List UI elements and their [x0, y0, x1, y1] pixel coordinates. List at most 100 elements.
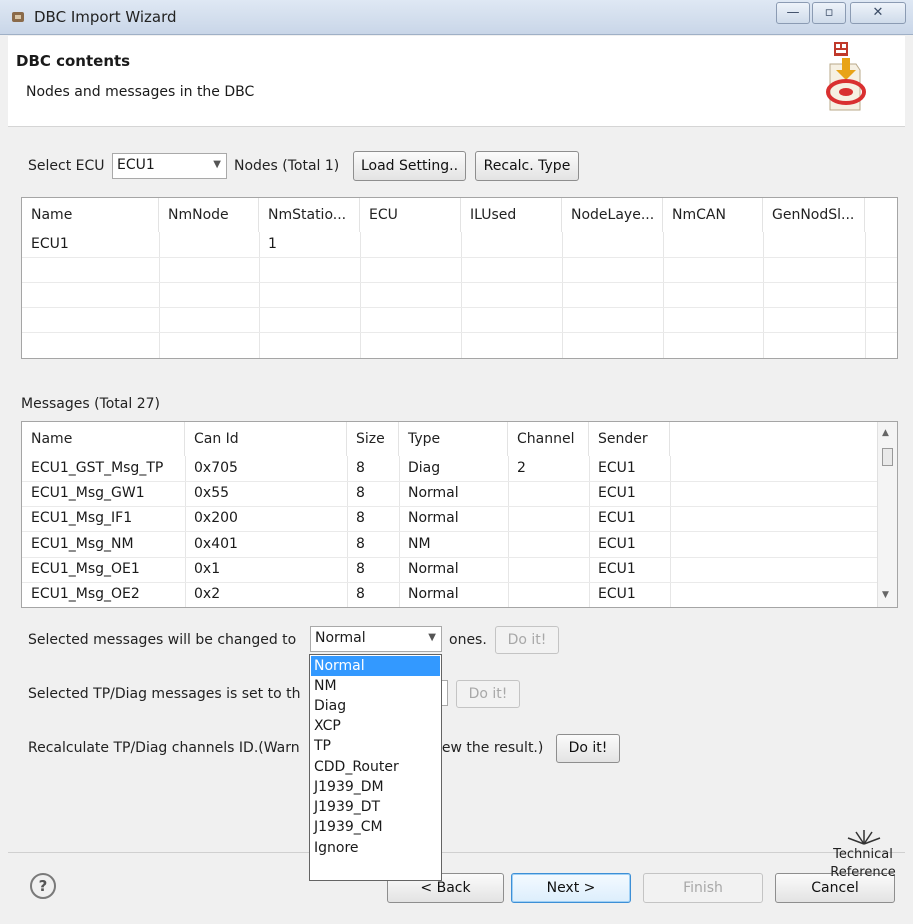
column-header[interactable]: NmCAN: [663, 198, 763, 232]
finish-button[interactable]: Finish: [643, 873, 763, 903]
window-title: DBC Import Wizard: [34, 8, 177, 26]
table-cell[interactable]: ECU1_Msg_IF1: [22, 506, 185, 531]
table-cell[interactable]: 8: [347, 532, 399, 557]
table-cell[interactable]: [508, 481, 589, 506]
table-cell[interactable]: 0x705: [185, 456, 347, 481]
ecu-select-value: ECU1: [117, 157, 155, 173]
table-cell[interactable]: ECU1: [589, 582, 670, 607]
column-header[interactable]: Name: [22, 422, 185, 456]
dropdown-option-j1939-cm[interactable]: J1939_CM: [311, 817, 440, 837]
table-cell[interactable]: ECU1_Msg_GW1: [22, 481, 185, 506]
table-cell[interactable]: 0x2: [185, 582, 347, 607]
nodes-total-label: Nodes (Total 1): [234, 158, 340, 174]
column-header[interactable]: ILUsed: [461, 198, 562, 232]
scroll-up-icon[interactable]: ▲: [882, 428, 889, 438]
message-type-value: Normal: [315, 630, 366, 646]
dropdown-option-j1939-dt[interactable]: J1939_DT: [311, 797, 440, 817]
change-type-label: Selected messages will be changed to: [28, 632, 297, 648]
footer-divider: [8, 852, 905, 853]
recalc-type-button[interactable]: Recalc. Type: [475, 151, 579, 181]
table-cell[interactable]: ECU1_Msg_OE2: [22, 582, 185, 607]
column-header[interactable]: Size: [347, 422, 399, 456]
table-cell[interactable]: ECU1: [22, 232, 159, 257]
change-type-do-it-button[interactable]: Do it!: [495, 626, 559, 654]
page-title: DBC contents: [16, 52, 131, 70]
table-cell[interactable]: ECU1: [589, 456, 670, 481]
maximize-button[interactable]: ▫: [812, 2, 846, 24]
dropdown-option-xcp[interactable]: XCP: [311, 716, 440, 736]
table-cell[interactable]: 8: [347, 582, 399, 607]
message-type-select[interactable]: Normal ▼: [310, 626, 442, 652]
table-cell[interactable]: Diag: [399, 456, 508, 481]
dropdown-option-cdd-router[interactable]: CDD_Router: [311, 757, 440, 777]
column-header[interactable]: NmNode: [159, 198, 259, 232]
help-icon[interactable]: ?: [30, 873, 56, 899]
table-cell[interactable]: ECU1: [589, 557, 670, 582]
table-cell[interactable]: 8: [347, 481, 399, 506]
table-cell[interactable]: [508, 557, 589, 582]
page-subtitle: Nodes and messages in the DBC: [26, 84, 255, 100]
column-header[interactable]: Type: [399, 422, 508, 456]
table-cell[interactable]: ECU1_Msg_OE1: [22, 557, 185, 582]
scroll-down-icon[interactable]: ▼: [882, 590, 889, 600]
column-header[interactable]: GenNodSl...: [763, 198, 865, 232]
table-cell[interactable]: 0x1: [185, 557, 347, 582]
column-header[interactable]: Can Id: [185, 422, 347, 456]
scroll-thumb[interactable]: [882, 448, 893, 466]
table-cell[interactable]: ECU1_GST_Msg_TP: [22, 456, 185, 481]
table-cell[interactable]: Normal: [399, 506, 508, 531]
column-header[interactable]: Channel: [508, 422, 589, 456]
table-cell[interactable]: ECU1: [589, 532, 670, 557]
table-cell[interactable]: 1: [259, 232, 360, 257]
nodes-table[interactable]: Name NmNode NmStatio... ECU ILUsed NodeL…: [21, 197, 898, 359]
table-cell[interactable]: 2: [508, 456, 589, 481]
table-cell[interactable]: 8: [347, 506, 399, 531]
table-cell[interactable]: [508, 506, 589, 531]
close-button[interactable]: ✕: [850, 2, 906, 24]
ones-label: ones.: [449, 632, 487, 648]
dropdown-option-tp[interactable]: TP: [311, 736, 440, 756]
next-button[interactable]: Next >: [511, 873, 631, 903]
column-header[interactable]: Name: [22, 198, 159, 232]
dropdown-option-normal[interactable]: Normal: [311, 656, 440, 676]
table-cell[interactable]: 8: [347, 557, 399, 582]
table-cell[interactable]: Normal: [399, 557, 508, 582]
table-cell[interactable]: ECU1: [589, 481, 670, 506]
column-header[interactable]: ECU: [360, 198, 461, 232]
ecu-select[interactable]: ECU1 ▼: [112, 153, 227, 179]
column-header[interactable]: Sender: [589, 422, 670, 456]
select-ecu-label: Select ECU: [28, 158, 105, 174]
table-cell[interactable]: 0x200: [185, 506, 347, 531]
chevron-down-icon: ▼: [428, 632, 436, 643]
title-bar: DBC Import Wizard — ▫ ✕: [0, 0, 913, 35]
minimize-button[interactable]: —: [776, 2, 810, 24]
table-cell[interactable]: NM: [399, 532, 508, 557]
table-cell[interactable]: [508, 532, 589, 557]
table-cell[interactable]: [508, 582, 589, 607]
dropdown-option-nm[interactable]: NM: [311, 676, 440, 696]
watermark-line: Reference: [830, 865, 896, 880]
recalc-channels-label: Recalculate TP/Diag channels ID.(Warn: [28, 740, 300, 756]
wizard-header: DBC contents Nodes and messages in the D…: [8, 36, 905, 127]
table-cell[interactable]: ECU1_Msg_NM: [22, 532, 185, 557]
messages-total-label: Messages (Total 27): [21, 396, 160, 412]
table-cell[interactable]: ECU1: [589, 506, 670, 531]
table-cell[interactable]: 0x401: [185, 532, 347, 557]
dropdown-option-ignore[interactable]: Ignore: [311, 838, 440, 858]
column-header[interactable]: NmStatio...: [259, 198, 360, 232]
messages-scrollbar[interactable]: ▲ ▼: [877, 422, 897, 607]
table-cell[interactable]: Normal: [399, 481, 508, 506]
dropdown-option-j1939-dm[interactable]: J1939_DM: [311, 777, 440, 797]
table-cell[interactable]: 0x55: [185, 481, 347, 506]
table-cell[interactable]: 8: [347, 456, 399, 481]
app-icon: [12, 12, 24, 22]
tp-diag-do-it-button[interactable]: Do it!: [456, 680, 520, 708]
messages-table[interactable]: Name Can Id Size Type Channel Sender ECU…: [21, 421, 898, 608]
dropdown-option-diag[interactable]: Diag: [311, 696, 440, 716]
watermark-rays-icon: [847, 830, 881, 845]
load-setting-button[interactable]: Load Setting..: [353, 151, 466, 181]
recalc-channels-do-it-button[interactable]: Do it!: [556, 734, 620, 763]
column-header[interactable]: NodeLaye...: [562, 198, 663, 232]
table-cell[interactable]: Normal: [399, 582, 508, 607]
message-type-dropdown-list[interactable]: Normal NM Diag XCP TP CDD_Router J1939_D…: [309, 654, 442, 881]
